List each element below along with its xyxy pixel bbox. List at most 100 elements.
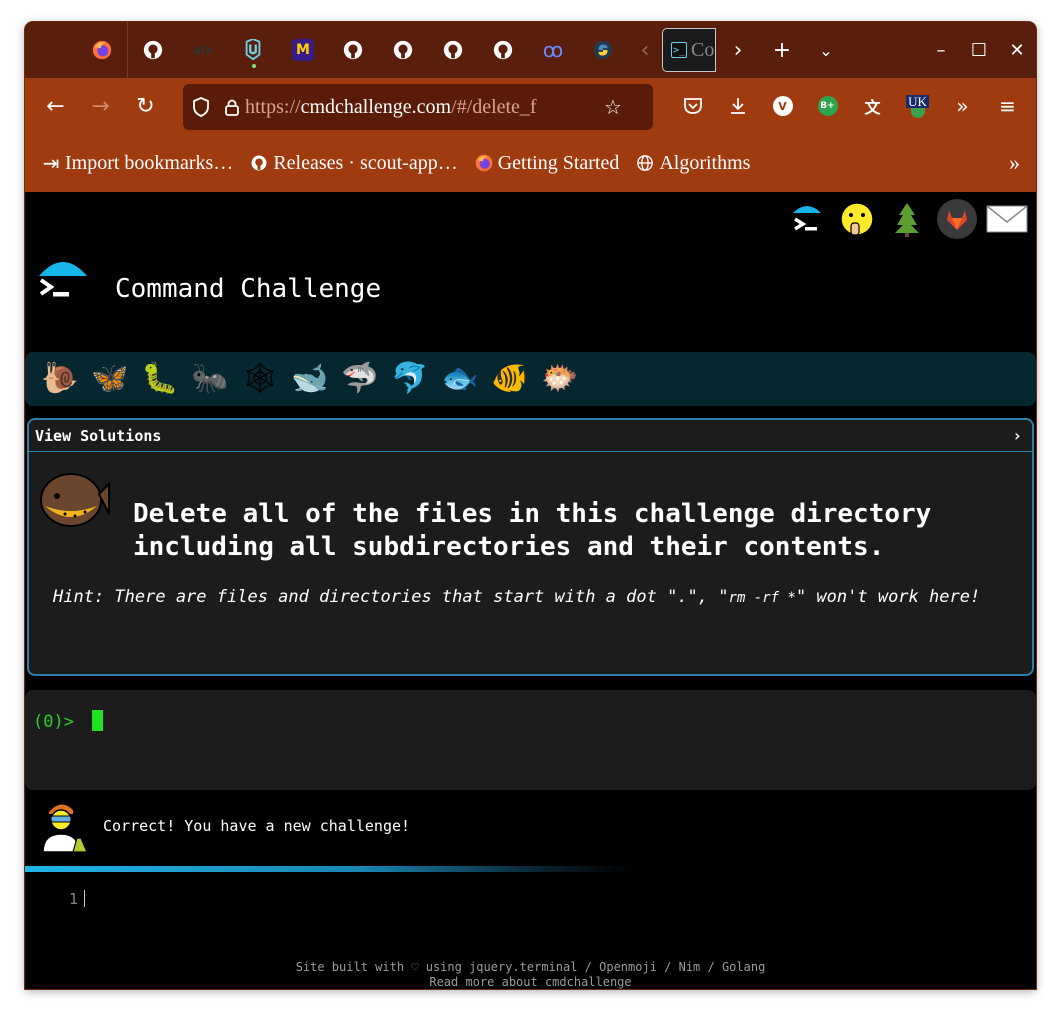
pocket-icon [683,98,702,114]
pinned-tab-github-3[interactable] [378,22,428,78]
uk-extension-button[interactable]: UK [895,78,940,134]
pinned-tab-github-4[interactable] [428,22,478,78]
level-butterfly[interactable]: 🦋 [85,354,135,404]
level-whale[interactable]: 🐋 [285,354,335,404]
chevron-down-icon: ⌄ [819,40,833,60]
terminal-cursor [92,710,104,731]
mail-icon [986,205,1028,233]
level-shark[interactable]: 🦈 [335,354,385,404]
level-strip: 🐌 🦋 🐛 🐜 🕸 🐋 🦈 🐬 🐟 🐠 🐡 [25,352,1036,406]
level-dolphin[interactable]: 🐬 [385,354,435,404]
terminal-input[interactable]: (0)> [25,690,1036,790]
tab-scroll-right-button[interactable]: › [716,22,760,78]
bplus-extension-icon: B+ [817,96,838,116]
site-footer: Site built with ♡ using jquery.terminal … [25,960,1036,989]
view-solutions-label: View Solutions [35,426,162,445]
close-icon: ✕ [1009,39,1025,61]
close-button[interactable]: ✕ [998,22,1036,78]
v-extension-button[interactable]: V [760,78,805,134]
forward-button[interactable]: → [78,78,123,134]
code-editor[interactable]: 1 [69,890,86,908]
scientist-avatar [42,804,88,853]
pinned-tab-udacity[interactable] [228,22,278,78]
hint-code: rm -rf * [728,590,796,606]
translate-extension-button[interactable]: 文 [850,78,895,134]
bookmark-algorithms[interactable]: Algorithms [635,152,750,175]
bookmarks-more-button[interactable]: » [1009,150,1020,176]
reload-icon: ↻ [136,93,155,119]
bplus-extension-button[interactable]: B+ [805,78,850,134]
tab-scroll-left-button[interactable]: ‹ [628,22,662,78]
github-icon [443,40,463,60]
maximize-button[interactable]: ☐ [960,22,998,78]
medium-icon: M [292,39,314,61]
github-icon [143,40,163,60]
level-tropical-fish[interactable]: 🐠 [485,354,535,404]
chevron-right-icon: › [733,37,743,63]
challenge-hint: Hint: There are files and directories th… [53,587,981,607]
bookmark-getting-started[interactable]: Getting Started [474,152,619,175]
lock-icon [219,84,245,130]
maximize-icon: ☐ [970,39,988,61]
github-icon [393,40,413,60]
level-snail[interactable]: 🐌 [35,354,85,404]
view-solutions-toggle[interactable]: View Solutions › [29,420,1032,452]
pocket-button[interactable] [670,78,715,134]
back-button[interactable]: ← [33,78,78,134]
tree-icon [895,203,919,237]
bookmark-releases[interactable]: Releases · scout-app… [249,152,458,175]
list-all-tabs-button[interactable]: ⌄ [804,22,848,78]
terminal-logo-link[interactable] [782,196,832,242]
level-spider-web[interactable]: 🕸 [235,354,285,404]
footer-read-more-link[interactable]: Read more about cmdchallenge [25,975,1036,989]
menu-icon: ≡ [999,94,1016,118]
mail-link[interactable] [982,196,1032,242]
python-icon [593,40,613,60]
downloads-button[interactable] [715,78,760,134]
navigation-toolbar: ← → ↻ https://cmdchallenge.com/#/delete_… [25,78,1036,134]
app-menu-button[interactable]: ≡ [985,78,1030,134]
shushing-face-icon [840,202,874,236]
site-logo [39,262,87,297]
status-message: Correct! You have a new challenge! [39,798,410,854]
browser-window: alx M ꝏ ‹ >_ Co › + ⌄ – ☐ ✕ ← → ↻ https:… [25,22,1036,989]
pinned-tab-alx[interactable]: alx [178,22,228,78]
more-tools-button[interactable]: » [940,78,985,134]
pinned-tab-github[interactable] [128,22,178,78]
minimize-icon: – [936,39,946,61]
url-text[interactable]: https://cmdchallenge.com/#/delete_f [245,96,595,119]
address-bar[interactable]: https://cmdchallenge.com/#/delete_f ☆ [183,84,653,130]
level-ant[interactable]: 🐜 [185,354,235,404]
footer-credits[interactable]: Site built with ♡ using jquery.terminal … [25,960,1036,975]
challenge-description: Delete all of the files in this challeng… [133,499,932,562]
active-tab[interactable]: >_ Co [662,28,716,72]
pinned-tab-medium[interactable]: M [278,22,328,78]
tree-link[interactable] [882,196,932,242]
page-content: Command Challenge 🐌 🦋 🐛 🐜 🕸 🐋 🦈 🐬 🐟 🐠 🐡 … [25,192,1036,989]
level-fish[interactable]: 🐟 [435,354,485,404]
progress-bar [25,866,635,872]
bookmark-import[interactable]: ⇥ Import bookmarks… [41,152,234,175]
pinned-tabs: alx M ꝏ [25,22,628,78]
gitlab-link[interactable] [932,196,982,242]
v-extension-icon: V [772,96,793,116]
pinned-tab-github-2[interactable] [328,22,378,78]
bookmark-star-icon[interactable]: ☆ [595,84,631,130]
download-icon [730,98,745,114]
shushing-face-link[interactable] [832,196,882,242]
status-message-text: Correct! You have a new challenge! [103,817,411,835]
bookmarks-toolbar: ⇥ Import bookmarks… Releases · scout-app… [25,134,1036,192]
pinned-tab-github-5[interactable] [478,22,528,78]
new-tab-button[interactable]: + [760,22,804,78]
pinned-tab-infinity[interactable]: ꝏ [528,22,578,78]
reload-button[interactable]: ↻ [123,78,168,134]
globe-icon [635,153,655,173]
window-controls: – ☐ ✕ [922,22,1036,78]
pinned-tab-python[interactable] [578,22,628,78]
minimize-button[interactable]: – [922,22,960,78]
pinned-tab-firefox[interactable] [77,22,127,78]
level-caterpillar[interactable]: 🐛 [135,354,185,404]
level-blowfish[interactable]: 🐡 [535,354,585,404]
active-tab-title: Co [691,38,715,61]
udacity-icon [245,39,261,61]
